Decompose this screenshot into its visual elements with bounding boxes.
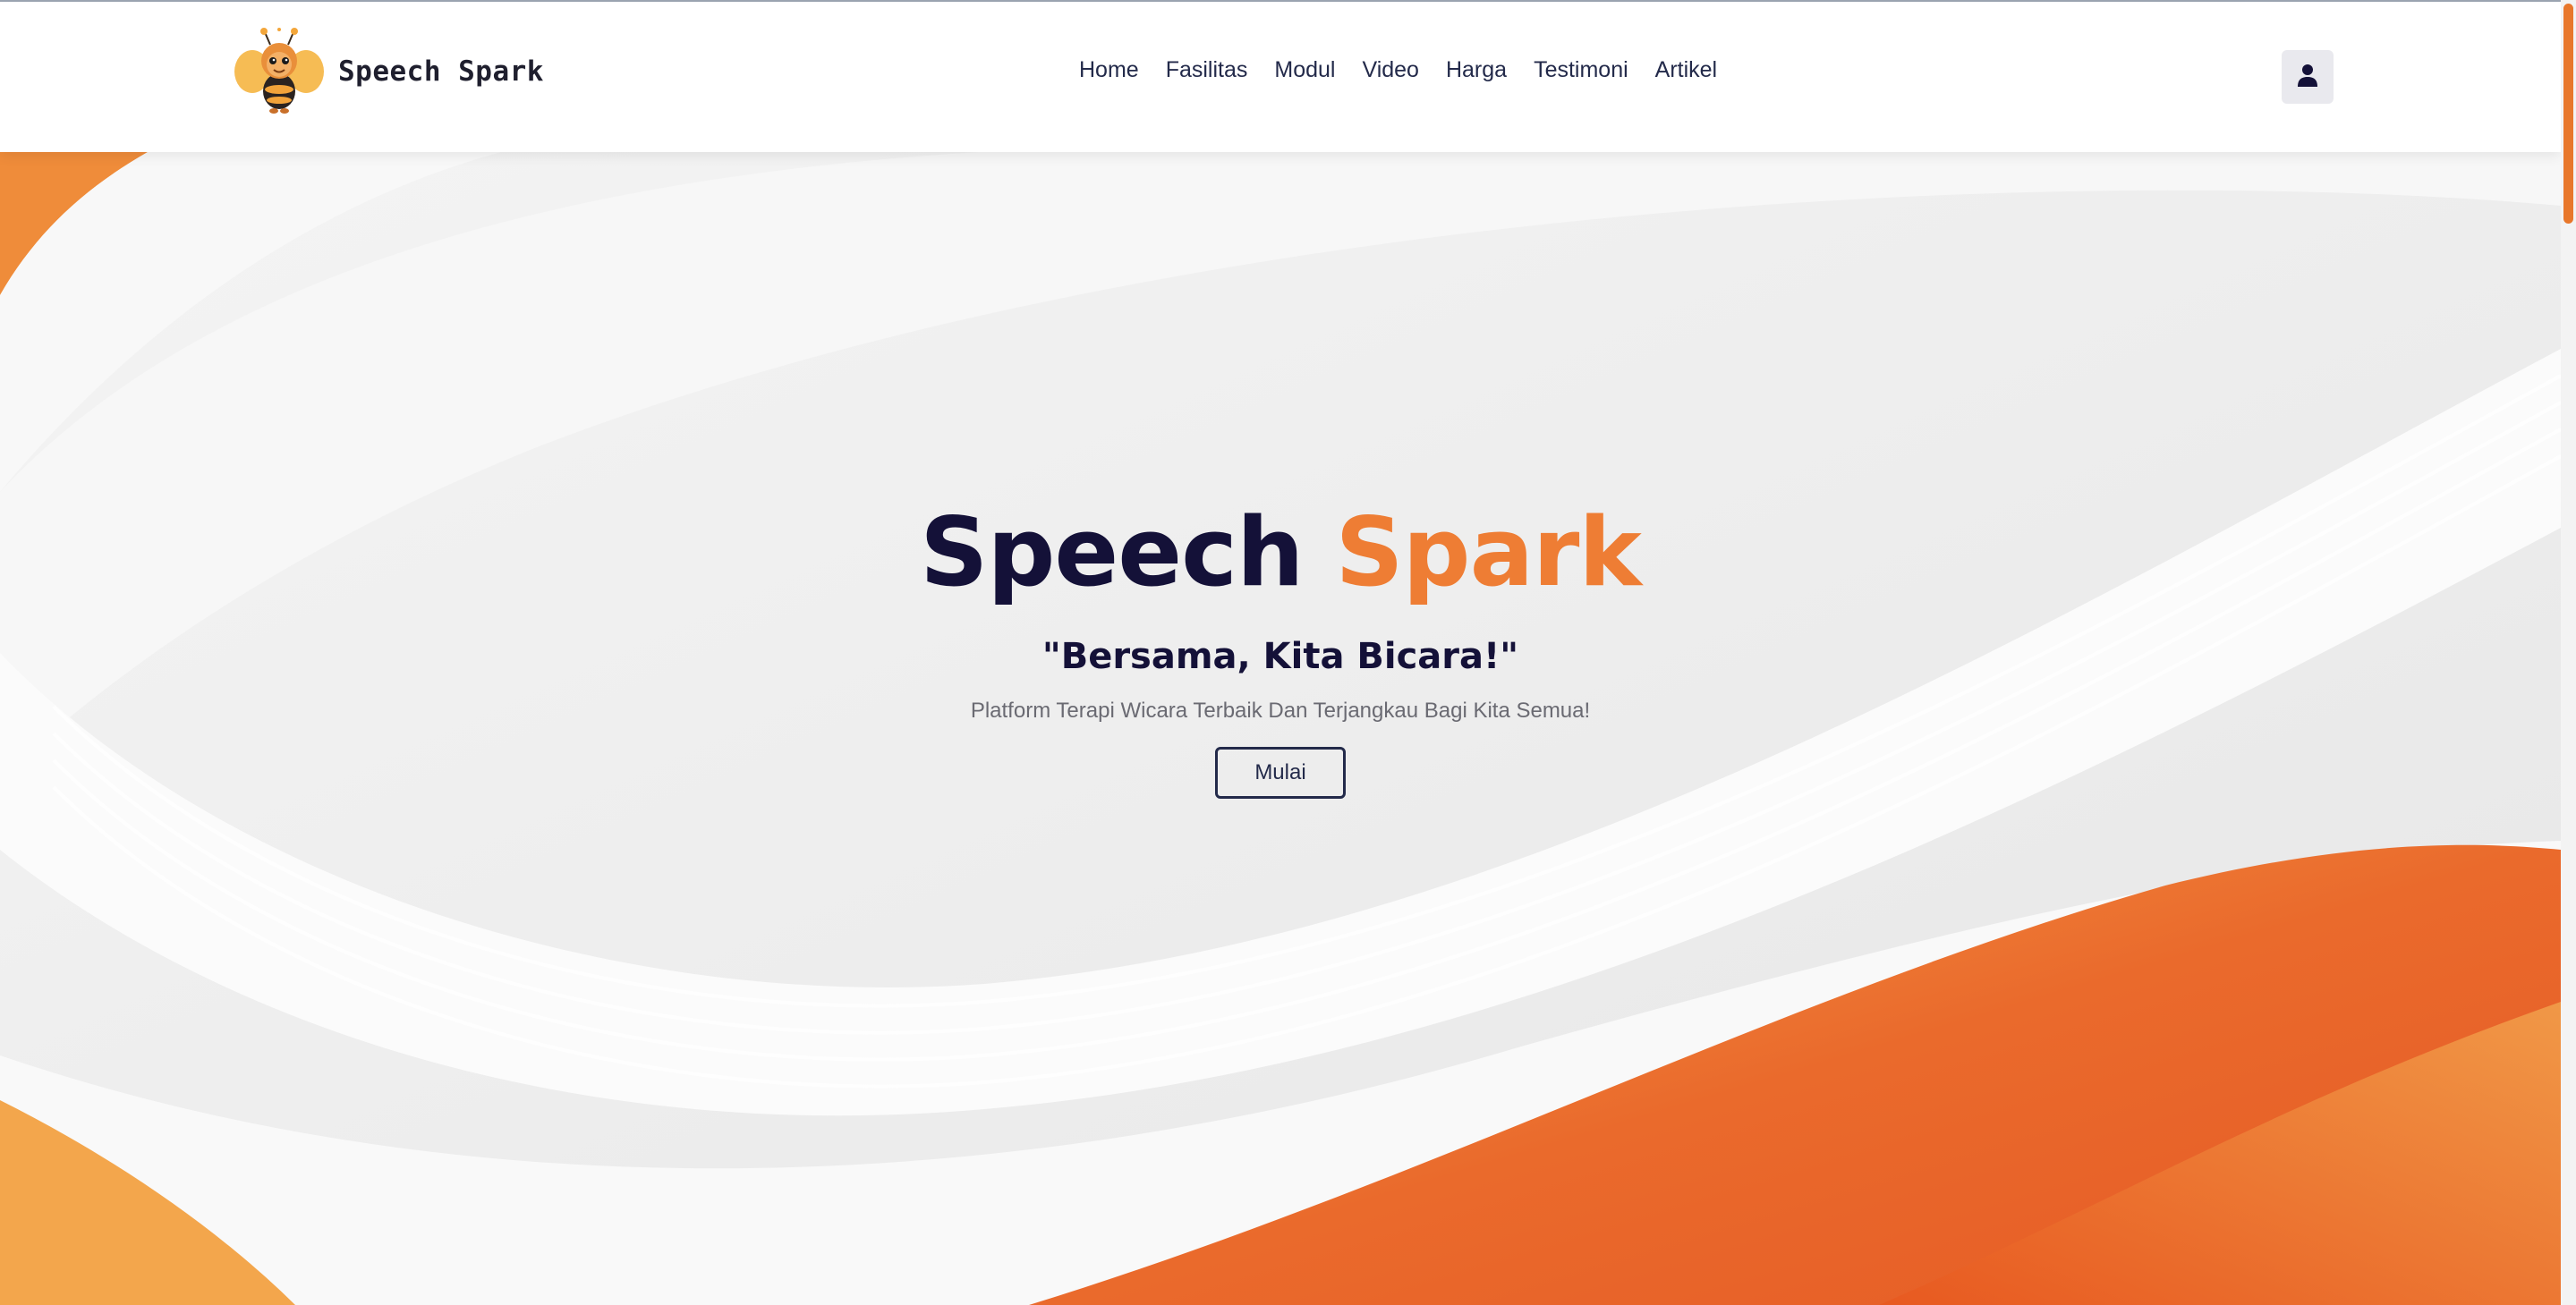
page-scrollbar[interactable] — [2561, 0, 2576, 1305]
hero-description: Platform Terapi Wicara Terbaik Dan Terja… — [970, 698, 1591, 723]
nav-link-video[interactable]: Video — [1362, 57, 1419, 83]
hero-title: Speech Spark — [0, 500, 2561, 606]
hero-tagline: "Bersama, Kita Bicara!" — [1041, 635, 1519, 677]
hero-title-part1: Speech — [920, 497, 1304, 607]
nav-link-home[interactable]: Home — [1079, 57, 1139, 83]
main-nav: Home Fasilitas Modul Video Harga Testimo… — [1079, 57, 1744, 83]
user-icon — [2297, 64, 2318, 90]
user-account-button[interactable] — [2282, 50, 2334, 104]
bee-mascot-icon — [233, 25, 326, 118]
nav-link-artikel[interactable]: Artikel — [1655, 57, 1717, 83]
scrollbar-thumb[interactable] — [2563, 4, 2573, 224]
window-top-border — [0, 0, 2576, 2]
brand-link[interactable]: Speech Spark — [233, 27, 544, 116]
nav-link-modul[interactable]: Modul — [1274, 57, 1335, 83]
nav-link-harga[interactable]: Harga — [1446, 57, 1507, 83]
brand-name: Speech Spark — [338, 55, 544, 88]
start-button[interactable]: Mulai — [1215, 746, 1346, 799]
hero-section: Speech Spark "Bersama, Kita Bicara!" Pla… — [0, 500, 2561, 799]
navbar: Speech Spark Home Fasilitas Modul Video … — [0, 2, 2561, 152]
hero-title-part2: Spark — [1335, 497, 1642, 607]
page: Speech Spark Home Fasilitas Modul Video … — [0, 0, 2576, 1305]
nav-link-fasilitas[interactable]: Fasilitas — [1166, 57, 1248, 83]
nav-link-testimoni[interactable]: Testimoni — [1534, 57, 1628, 83]
